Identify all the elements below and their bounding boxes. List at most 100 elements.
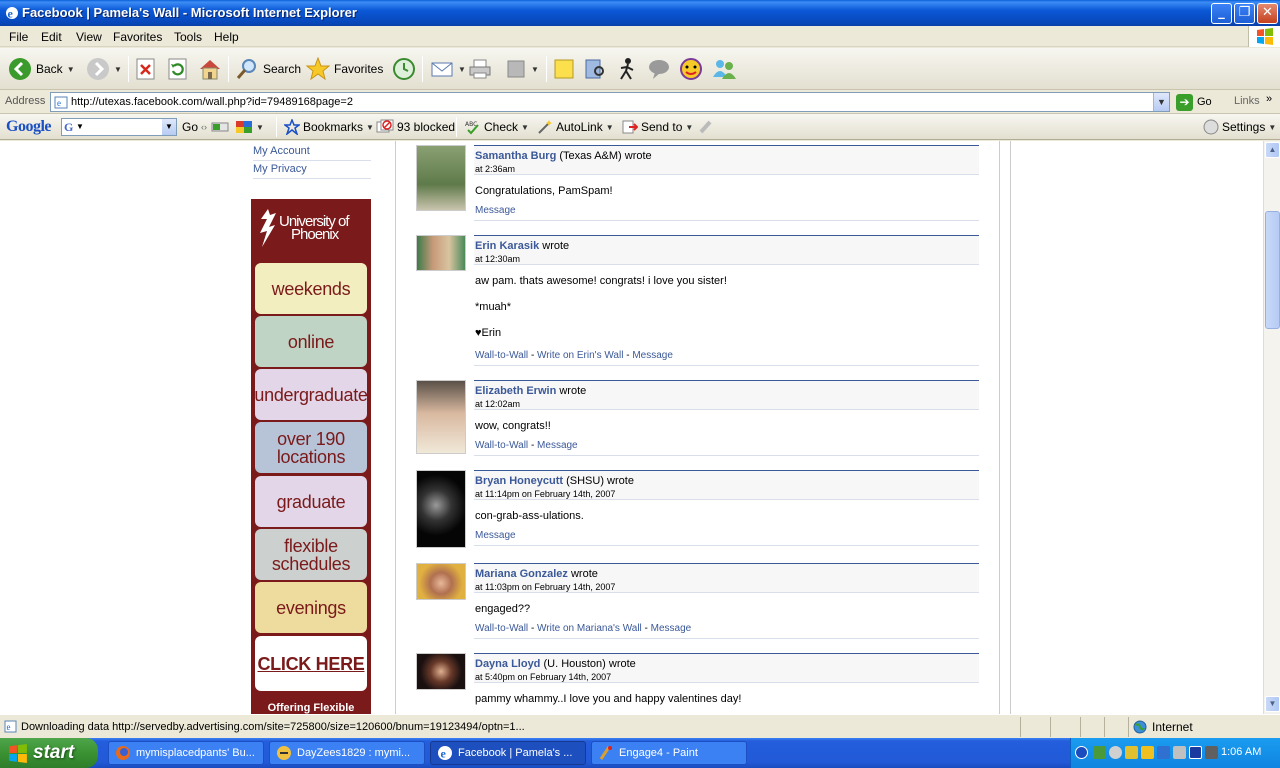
chevron-down-icon[interactable]: ▼ <box>67 65 75 74</box>
bookmarks-button[interactable]: Bookmarks ▼ <box>284 119 374 135</box>
message-link[interactable]: Message <box>475 530 516 541</box>
popup-blocker-button[interactable]: 93 blocked <box>376 119 455 135</box>
profile-photo[interactable] <box>416 563 466 600</box>
author-link[interactable]: Bryan Honeycutt <box>475 475 563 487</box>
scroll-down-arrow-icon[interactable]: ▼ <box>1265 696 1280 712</box>
message-link[interactable]: Message <box>632 350 673 361</box>
menu-view[interactable]: View <box>76 30 102 44</box>
user-icon[interactable] <box>1125 746 1138 759</box>
chevron-down-icon[interactable]: ▼ <box>114 65 122 74</box>
print-button[interactable] <box>468 54 492 84</box>
profile-photo[interactable] <box>416 145 466 211</box>
address-input[interactable]: e http://utexas.facebook.com/wall.php?id… <box>50 92 1170 112</box>
menu-file[interactable]: File <box>9 30 28 44</box>
chevron-down-icon[interactable]: ▼ <box>531 65 539 74</box>
taskbar-item[interactable]: mymisplacedpants' Bu... <box>108 741 264 765</box>
pagerank-button[interactable] <box>211 119 229 135</box>
refresh-button[interactable] <box>167 54 189 84</box>
messenger-button[interactable] <box>647 54 673 84</box>
send-to-button[interactable]: Send to ▼ <box>622 119 693 135</box>
menu-tools[interactable]: Tools <box>174 30 202 44</box>
google-search-input[interactable]: G ▼ ▼ <box>61 118 177 136</box>
profile-photo[interactable] <box>416 380 466 454</box>
ad-online[interactable]: online <box>255 316 367 367</box>
scrollbar-thumb[interactable] <box>1265 211 1280 329</box>
wall-to-wall-link[interactable]: Wall-to-Wall <box>475 440 528 451</box>
author-link[interactable]: Dayna Lloyd <box>475 658 540 670</box>
ad-locations[interactable]: over 190 locations <box>255 422 367 473</box>
my-privacy-link[interactable]: My Privacy <box>253 161 371 179</box>
scroll-up-arrow-icon[interactable]: ▲ <box>1265 142 1280 158</box>
favorites-button[interactable]: Favorites <box>306 54 383 84</box>
author-link[interactable]: Mariana Gonzalez <box>475 568 568 580</box>
author-link[interactable]: Elizabeth Erwin <box>475 385 556 397</box>
messenger-icon[interactable] <box>1109 746 1122 759</box>
computer-icon[interactable] <box>1205 746 1218 759</box>
settings-button[interactable]: Settings ▼ <box>1203 119 1276 135</box>
taskbar-item[interactable]: DayZees1829 : mymi... <box>269 741 425 765</box>
message-link[interactable]: Message <box>475 205 516 216</box>
message-link[interactable]: Message <box>537 440 578 451</box>
vertical-scrollbar[interactable]: ▲ ▼ <box>1263 141 1280 714</box>
menu-edit[interactable]: Edit <box>41 30 62 44</box>
news-button[interactable]: ▼ <box>235 119 264 135</box>
chevron-down-icon[interactable]: ▼ <box>458 65 466 74</box>
aim-button[interactable] <box>616 54 638 84</box>
spellcheck-button[interactable]: ABC Check ▼ <box>465 119 529 135</box>
back-button[interactable]: Back ▼ <box>8 54 75 84</box>
menu-favorites[interactable]: Favorites <box>113 30 162 44</box>
close-button[interactable]: ✕ <box>1257 3 1278 24</box>
wall-to-wall-link[interactable]: Wall-to-Wall <box>475 623 528 634</box>
autolink-button[interactable]: AutoLink ▼ <box>537 119 614 135</box>
minimize-button[interactable]: _ <box>1211 3 1232 24</box>
ad-weekends[interactable]: weekends <box>255 263 367 314</box>
ad-undergraduate[interactable]: undergraduate <box>254 369 368 420</box>
write-on-wall-link[interactable]: Write on Erin's Wall <box>537 350 623 361</box>
taskbar-item-active[interactable]: e Facebook | Pamela's ... <box>430 741 586 765</box>
network-icon[interactable] <box>1173 746 1186 759</box>
volume-icon[interactable] <box>1157 746 1170 759</box>
click-here-button[interactable]: CLICK HERE <box>255 636 367 691</box>
menu-help[interactable]: Help <box>214 30 239 44</box>
chevron-left-icon[interactable] <box>1075 746 1088 759</box>
start-button[interactable]: start <box>0 738 98 768</box>
profile-photo[interactable] <box>416 653 466 690</box>
shield-icon[interactable] <box>1141 746 1154 759</box>
research-button[interactable] <box>583 54 607 84</box>
home-button[interactable] <box>198 54 222 84</box>
yahoo-messenger-button[interactable] <box>679 54 703 84</box>
search-button[interactable]: Search <box>235 54 301 84</box>
chevron-down-icon[interactable]: ▼ <box>1153 93 1169 111</box>
people-icon[interactable] <box>1093 746 1106 759</box>
ad-evenings[interactable]: evenings <box>255 582 367 633</box>
highlighter-button[interactable] <box>698 119 714 135</box>
links-label[interactable]: Links <box>1234 95 1260 107</box>
taskbar-item[interactable]: Engage4 - Paint <box>591 741 747 765</box>
profile-photo[interactable] <box>416 470 466 548</box>
edit-button[interactable]: ▼ <box>505 54 539 84</box>
message-link[interactable]: Message <box>651 623 692 634</box>
stop-button[interactable] <box>135 54 157 84</box>
chevron-down-icon[interactable]: ▼ <box>162 119 176 135</box>
wall-to-wall-link[interactable]: Wall-to-Wall <box>475 350 528 361</box>
profile-photo[interactable] <box>416 235 466 271</box>
ad-graduate[interactable]: graduate <box>255 476 367 527</box>
go-button[interactable]: ➔ Go <box>1176 93 1212 111</box>
author-link[interactable]: Samantha Burg <box>475 150 556 162</box>
author-link[interactable]: Erin Karasik <box>475 240 539 252</box>
forward-button[interactable]: ▼ <box>86 54 122 84</box>
back-label: Back <box>36 62 63 76</box>
write-on-wall-link[interactable]: Write on Mariana's Wall <box>537 623 642 634</box>
google-logo[interactable]: Google <box>6 118 52 136</box>
history-button[interactable] <box>392 54 416 84</box>
monitor-icon[interactable] <box>1189 746 1202 759</box>
google-go-button[interactable]: Go ‹› <box>182 119 207 135</box>
notes-button[interactable] <box>553 54 575 84</box>
msn-messenger-button[interactable] <box>711 54 737 84</box>
chevron-right-icon[interactable]: » <box>1266 93 1272 105</box>
my-account-link[interactable]: My Account <box>253 143 371 161</box>
ad-flexible-schedules[interactable]: flexible schedules <box>255 529 367 580</box>
mail-button[interactable]: ▼ <box>430 54 466 84</box>
advertisement-banner[interactable]: University of Phoenix weekends online un… <box>251 199 371 714</box>
maximize-button[interactable]: ❐ <box>1234 3 1255 24</box>
